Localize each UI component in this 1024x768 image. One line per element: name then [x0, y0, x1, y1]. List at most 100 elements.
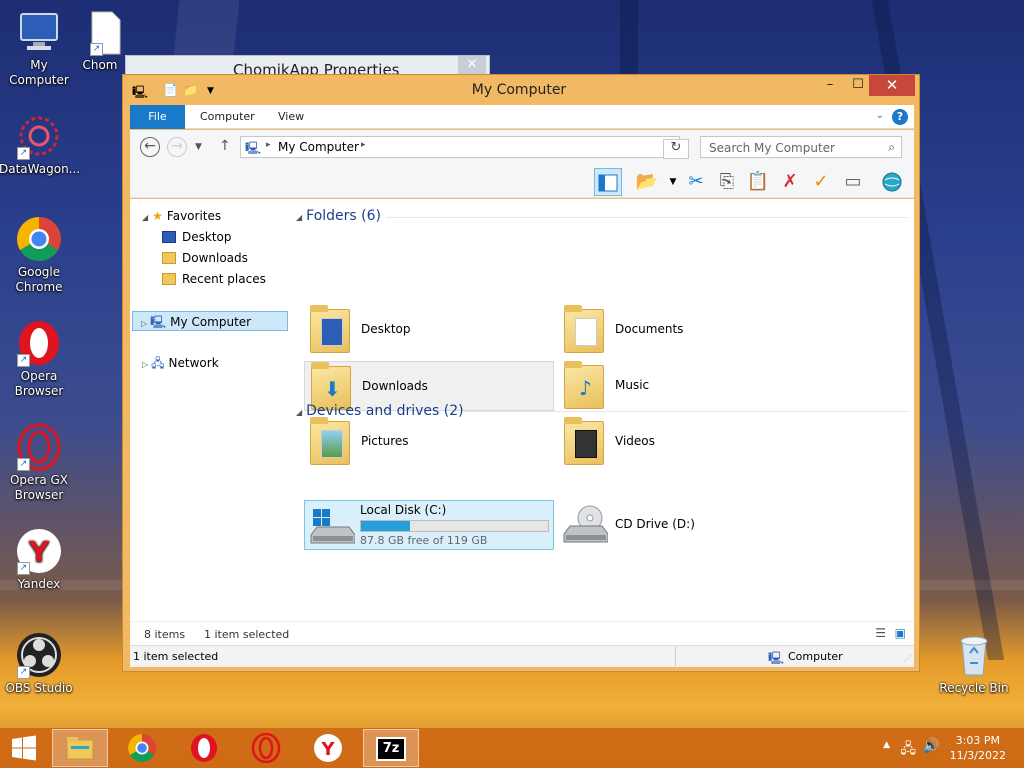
show-hidden-icons-icon[interactable]: ▲	[883, 740, 890, 750]
clock[interactable]: 3:03 PM 11/3/2022	[950, 733, 1006, 763]
drive-usage-fill	[361, 521, 410, 531]
drive-name: Local Disk (C:)	[360, 503, 447, 517]
desktop-icon-label: Recycle Bin	[939, 681, 1009, 695]
desktop-icon-obs[interactable]: ↗ OBS Studio	[0, 631, 79, 696]
desktop-icon-chom[interactable]: ↗ Chom	[76, 8, 124, 73]
close-button[interactable]: ✕	[869, 75, 915, 96]
volume-icon[interactable]: 🔊	[923, 738, 940, 754]
folder-desktop[interactable]: Desktop	[304, 305, 554, 355]
resize-grip-icon[interactable]: ⋰	[904, 654, 912, 663]
taskbar-opera[interactable]	[176, 729, 232, 767]
properties-icon[interactable]: ▭	[839, 168, 867, 196]
svg-text:Y: Y	[320, 739, 335, 760]
paste-icon[interactable]: 📋	[744, 168, 772, 196]
desktop-icon-google-chrome[interactable]: Google Chrome	[0, 215, 79, 295]
explorer-window: 🖳 📄 📁 ▼ My Computer – ☐ ✕ File Computer …	[122, 74, 920, 672]
search-icon[interactable]: ⌕	[888, 140, 895, 155]
datawagon-icon: ↗	[15, 112, 63, 160]
nav-my-computer[interactable]: ▷ 🖳 My Computer	[132, 311, 288, 331]
breadcrumb-my-computer[interactable]: My Computer	[278, 140, 359, 154]
nav-recent-places[interactable]: Recent places	[162, 269, 266, 289]
taskbar-7zip[interactable]: 7z	[363, 729, 419, 767]
folder-music[interactable]: ♪ Music	[558, 361, 808, 411]
folder-icon	[564, 417, 604, 465]
svg-text:Y: Y	[28, 535, 50, 568]
shortcut-arrow-icon: ↗	[17, 562, 30, 575]
expand-arrow-icon[interactable]: ◢	[142, 213, 148, 222]
nav-item-label: Downloads	[182, 251, 248, 265]
nav-item-label: Network	[168, 356, 219, 370]
folder-name: Desktop	[361, 322, 411, 336]
expand-arrow-icon[interactable]: ▷	[142, 360, 148, 369]
search-placeholder: Search My Computer	[709, 141, 835, 155]
large-icons-view-icon[interactable]: ▣	[895, 626, 906, 640]
star-icon: ★	[152, 209, 163, 223]
7zip-icon: 7z	[376, 737, 406, 761]
desktop-icon-recycle-bin[interactable]: Recycle Bin	[934, 631, 1014, 696]
folder-videos[interactable]: Videos	[558, 417, 808, 467]
folders-group-header[interactable]: ◢ Folders (6)	[296, 208, 381, 224]
delete-icon[interactable]: ✗	[776, 168, 804, 196]
minimize-button[interactable]: –	[815, 75, 845, 96]
desktop-icon-my-computer[interactable]: My Computer	[0, 8, 79, 88]
globe-icon[interactable]	[878, 168, 906, 196]
taskbar-chrome[interactable]	[114, 729, 170, 767]
nav-downloads[interactable]: Downloads	[162, 248, 248, 268]
tab-file[interactable]: File	[130, 105, 185, 129]
shortcut-arrow-icon: ↗	[90, 43, 103, 56]
taskbar-opera-gx[interactable]	[238, 729, 294, 767]
back-icon[interactable]: ←	[140, 137, 160, 157]
folder-documents[interactable]: Documents	[558, 305, 808, 355]
taskbar-yandex[interactable]: Y	[300, 729, 356, 767]
tab-view[interactable]: View	[264, 105, 318, 129]
start-button[interactable]	[0, 729, 48, 767]
title-bar[interactable]: 🖳 📄 📁 ▼ My Computer – ☐ ✕	[123, 75, 919, 105]
desktop-icon-datawagon[interactable]: ↗ DataWagon...	[0, 112, 80, 177]
nav-desktop[interactable]: Desktop	[162, 227, 232, 247]
background-close-icon[interactable]: ✕	[458, 56, 486, 74]
ribbon: File Computer View ⌄ ?	[130, 105, 914, 129]
collapse-arrow-icon[interactable]: ◢	[296, 408, 302, 417]
folder-icon	[310, 305, 350, 353]
computer-small-icon: 🖳	[150, 315, 167, 329]
network-icon: 🖧	[151, 356, 165, 370]
network-icon[interactable]: 🖧	[900, 738, 916, 762]
address-field[interactable]: 🖳 ▸ My Computer ▸ ⌄	[240, 136, 680, 158]
nav-network[interactable]: ▷ 🖧 Network	[142, 353, 219, 373]
desktop-icon-opera[interactable]: ↗ Opera Browser	[0, 319, 79, 399]
desktop-icon-yandex[interactable]: Y ↗ Yandex	[0, 527, 79, 592]
folder-pictures[interactable]: Pictures	[304, 417, 554, 467]
preview-pane-icon[interactable]	[594, 168, 622, 196]
navigation-pane: ◢ ★ Favorites Desktop Downloads Recent pla…	[130, 199, 290, 621]
forward-icon[interactable]: →	[167, 137, 187, 157]
copy-icon[interactable]: ⎘	[713, 168, 741, 196]
drive-cd-d[interactable]: CD Drive (D:)	[558, 500, 808, 550]
expand-arrow-icon[interactable]: ▷	[141, 319, 147, 328]
status-right: Computer	[788, 650, 843, 663]
devices-group-header[interactable]: ◢ Devices and drives (2)	[296, 403, 464, 419]
taskbar-file-explorer[interactable]	[52, 729, 108, 767]
desktop-icon-opera-gx[interactable]: ↗ Opera GX Browser	[0, 423, 79, 503]
refresh-icon[interactable]: ↻	[663, 139, 689, 159]
cut-icon[interactable]: ✂	[682, 168, 710, 196]
collapse-arrow-icon[interactable]: ◢	[296, 213, 302, 222]
search-input[interactable]: Search My Computer ⌕	[700, 136, 902, 158]
details-view-icon[interactable]: ☰	[875, 626, 886, 640]
select-folder-icon[interactable]: 📂	[633, 168, 661, 196]
nav-favorites-label: Favorites	[166, 209, 222, 223]
nav-favorites[interactable]: ◢ ★ Favorites	[142, 206, 221, 226]
group-divider	[386, 217, 908, 218]
expand-ribbon-icon[interactable]: ⌄	[876, 110, 884, 121]
folder-icon	[310, 417, 350, 465]
up-icon[interactable]: ↑	[219, 138, 231, 154]
help-icon[interactable]: ?	[892, 109, 908, 125]
opera-icon	[191, 734, 217, 762]
recent-locations-icon[interactable]: ▼	[195, 142, 202, 152]
drive-local-disk-c[interactable]: Local Disk (C:) 87.8 GB free of 119 GB	[304, 500, 554, 550]
address-bar-row: ← → ▼ ↑ 🖳 ▸ My Computer ▸ ⌄ ↻ Search My …	[130, 130, 914, 166]
tab-computer[interactable]: Computer	[186, 105, 269, 129]
shortcut-arrow-icon: ↗	[17, 666, 30, 679]
rename-icon[interactable]: ✓	[807, 168, 835, 196]
breadcrumb-separator-icon[interactable]: ▸	[361, 140, 366, 150]
folder-name: Videos	[615, 434, 655, 448]
